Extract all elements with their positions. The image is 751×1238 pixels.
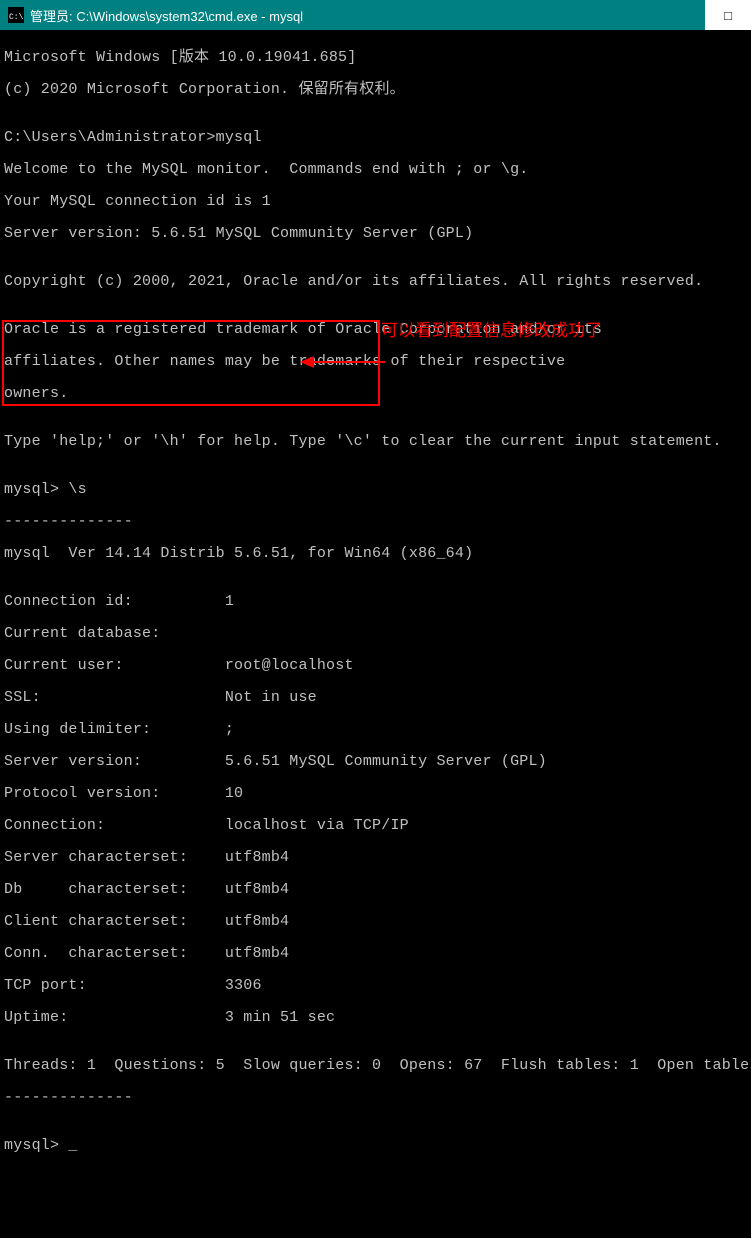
status-line: Conn. characterset: utf8mb4	[4, 946, 747, 962]
status-line: TCP port: 3306	[4, 978, 747, 994]
status-line: SSL: Not in use	[4, 690, 747, 706]
status-line: Connection id: 1	[4, 594, 747, 610]
status-line: Current database:	[4, 626, 747, 642]
output-line: Oracle is a registered trademark of Orac…	[4, 322, 747, 338]
cmd-icon: C:\	[8, 7, 24, 23]
status-line: Db characterset: utf8mb4	[4, 882, 747, 898]
status-line: Using delimiter: ;	[4, 722, 747, 738]
prompt-line: C:\Users\Administrator>mysql	[4, 130, 747, 146]
output-line: Type 'help;' or '\h' for help. Type '\c'…	[4, 434, 747, 450]
output-line: Your MySQL connection id is 1	[4, 194, 747, 210]
output-line: owners.	[4, 386, 747, 402]
status-line: Server version: 5.6.51 MySQL Community S…	[4, 754, 747, 770]
output-line: affiliates. Other names may be trademark…	[4, 354, 747, 370]
status-line: Protocol version: 10	[4, 786, 747, 802]
window-controls: □	[705, 0, 743, 30]
output-line: Welcome to the MySQL monitor. Commands e…	[4, 162, 747, 178]
prompt-line: mysql> \s	[4, 482, 747, 498]
output-line: Server version: 5.6.51 MySQL Community S…	[4, 226, 747, 242]
output-line: Copyright (c) 2000, 2021, Oracle and/or …	[4, 274, 747, 290]
prompt-line: mysql> _	[4, 1138, 747, 1154]
window-title: 管理员: C:\Windows\system32\cmd.exe - mysql	[30, 6, 705, 25]
svg-text:C:\: C:\	[9, 13, 24, 22]
status-line: Current user: root@localhost	[4, 658, 747, 674]
status-line: Connection: localhost via TCP/IP	[4, 818, 747, 834]
status-line: Client characterset: utf8mb4	[4, 914, 747, 930]
output-line: Microsoft Windows [版本 10.0.19041.685]	[4, 50, 747, 66]
output-line: mysql Ver 14.14 Distrib 5.6.51, for Win6…	[4, 546, 747, 562]
output-line: --------------	[4, 1090, 747, 1106]
window-titlebar: C:\ 管理员: C:\Windows\system32\cmd.exe - m…	[0, 0, 751, 30]
status-line: Server characterset: utf8mb4	[4, 850, 747, 866]
terminal-output[interactable]: Microsoft Windows [版本 10.0.19041.685] (c…	[0, 30, 751, 1238]
output-line: --------------	[4, 514, 747, 530]
output-line: (c) 2020 Microsoft Corporation. 保留所有权利。	[4, 82, 747, 98]
status-line: Threads: 1 Questions: 5 Slow queries: 0 …	[4, 1058, 747, 1074]
maximize-button[interactable]: □	[705, 0, 751, 30]
status-line: Uptime: 3 min 51 sec	[4, 1010, 747, 1026]
